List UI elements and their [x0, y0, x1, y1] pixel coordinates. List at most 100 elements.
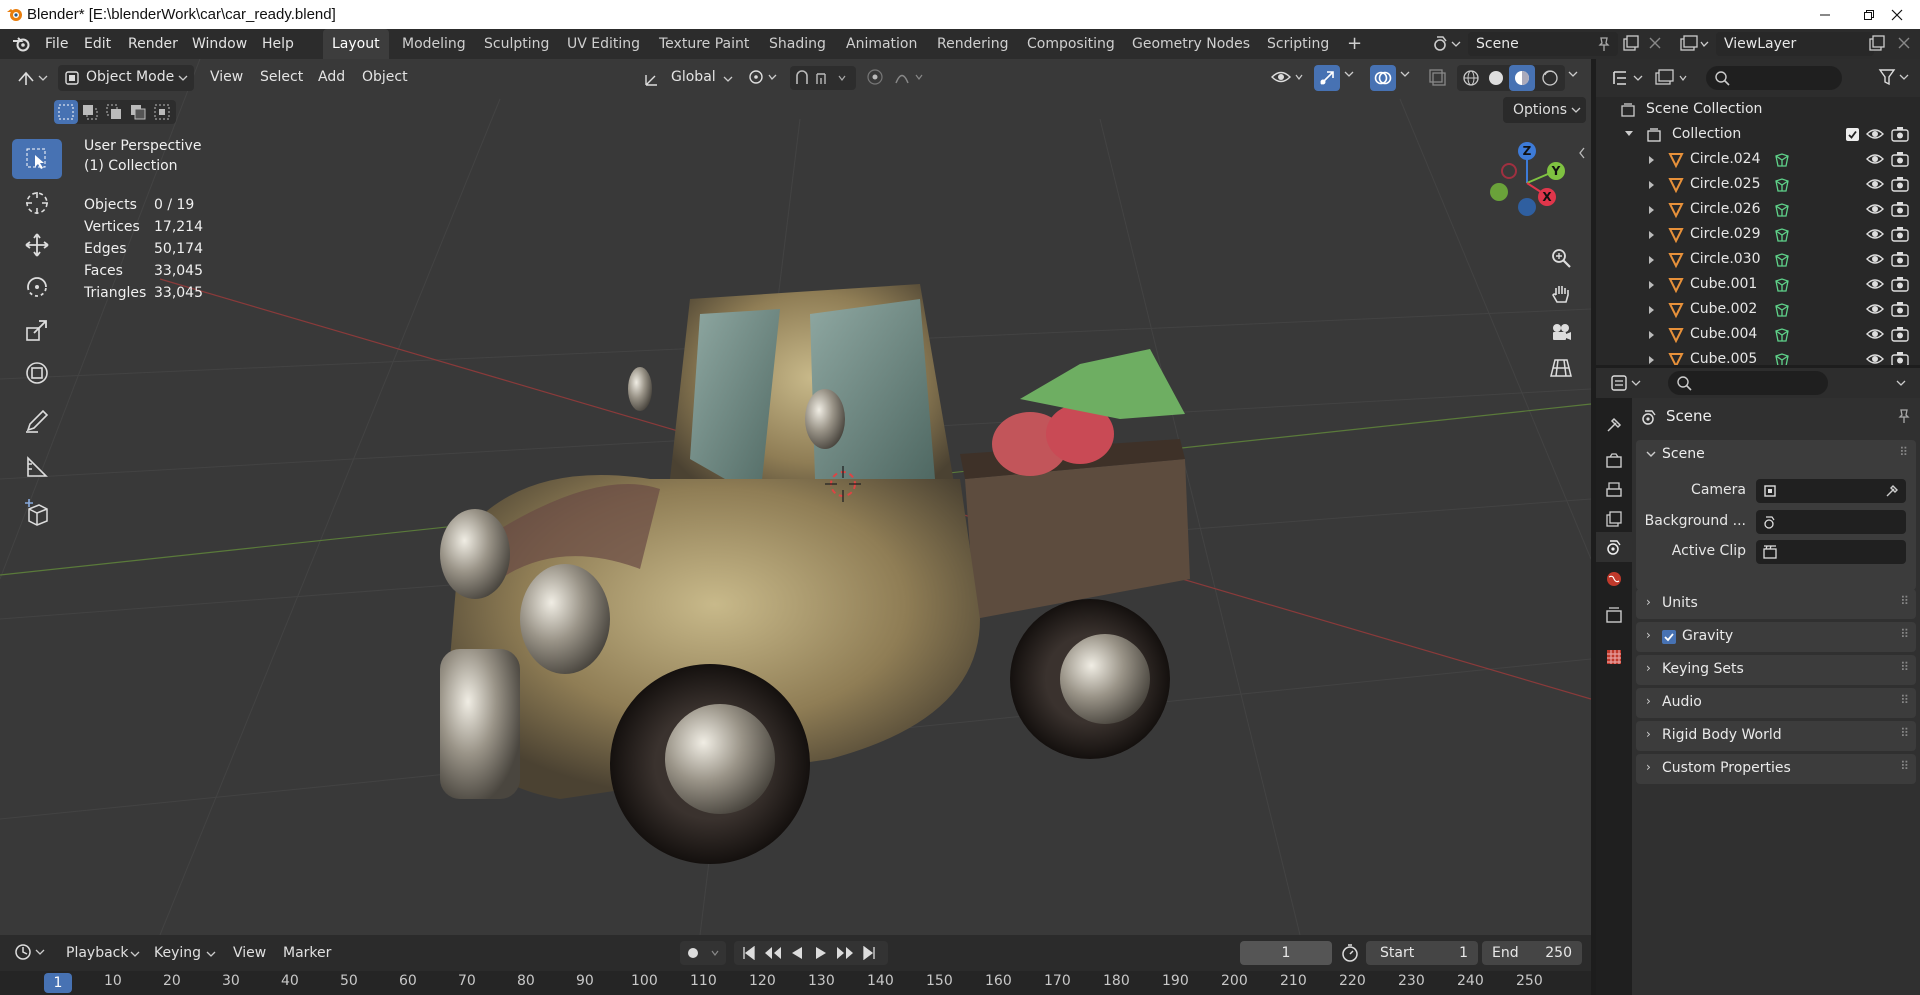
custom-properties-panel[interactable]: › Custom Properties ⠿	[1636, 754, 1916, 784]
background-scene-field[interactable]	[1756, 510, 1906, 534]
navigation-gizmo[interactable]: Z Y X	[1475, 139, 1575, 239]
prev-keyframe-icon[interactable]	[764, 946, 782, 960]
drag-grip-icon[interactable]: ⠿	[1900, 627, 1909, 641]
new-view-layer-icon[interactable]	[1868, 35, 1886, 53]
drag-grip-icon[interactable]: ⠿	[1900, 759, 1909, 773]
transform-orientation-dropdown[interactable]: Global	[643, 66, 735, 90]
mesh-data-icon[interactable]	[1774, 327, 1790, 343]
drag-grip-icon[interactable]: ⠿	[1900, 594, 1909, 608]
overlays-toggle[interactable]	[1370, 65, 1396, 91]
annotate-tool[interactable]	[12, 401, 62, 441]
tab-compositing[interactable]: Compositing	[1018, 29, 1124, 59]
eye-icon[interactable]	[1866, 276, 1884, 292]
camera-render-icon[interactable]	[1891, 326, 1909, 342]
eye-icon[interactable]	[1866, 351, 1884, 365]
properties-options-chevron-icon[interactable]	[1896, 380, 1906, 388]
tab-sculpting[interactable]: Sculpting	[475, 29, 558, 59]
drag-grip-icon[interactable]: ⠿	[1900, 693, 1909, 707]
tab-output-icon[interactable]	[1600, 474, 1628, 504]
expand-arrow-icon[interactable]	[1648, 305, 1656, 315]
tab-layout[interactable]: Layout	[323, 29, 389, 59]
active-clip-field[interactable]	[1756, 540, 1906, 564]
delete-view-layer-icon[interactable]	[1897, 36, 1911, 50]
3d-viewport[interactable]: Object Mode View Select Add Object Globa…	[0, 59, 1591, 935]
outliner-object-row[interactable]: Circle.026	[1596, 197, 1920, 222]
tab-render-icon[interactable]	[1600, 446, 1628, 476]
rendered-shading-icon[interactable]	[1541, 69, 1559, 87]
jump-start-icon[interactable]	[742, 946, 756, 960]
camera-render-icon[interactable]	[1891, 201, 1909, 217]
display-mode-icon[interactable]	[1654, 68, 1690, 88]
tab-scene-icon[interactable]	[1596, 532, 1632, 562]
gravity-panel[interactable]: › Gravity ⠿	[1636, 622, 1916, 652]
jump-end-icon[interactable]	[862, 946, 876, 960]
tab-view-layer-icon[interactable]	[1600, 504, 1628, 534]
shading-dropdown-icon[interactable]	[1568, 71, 1578, 79]
solid-shading-icon[interactable]	[1487, 69, 1505, 87]
camera-render-icon[interactable]	[1891, 301, 1909, 317]
audio-panel[interactable]: › Audio ⠿	[1636, 688, 1916, 718]
menu-help[interactable]: Help	[262, 36, 294, 52]
wireframe-shading-icon[interactable]	[1462, 69, 1480, 87]
outliner-search-input[interactable]	[1706, 66, 1842, 90]
camera-render-icon[interactable]	[1891, 276, 1909, 292]
outliner-object-row[interactable]: Circle.029	[1596, 222, 1920, 247]
visibility-selector-icon[interactable]	[1270, 67, 1306, 87]
expand-arrow-icon[interactable]	[1648, 255, 1656, 265]
start-frame-field[interactable]: Start 1	[1366, 941, 1478, 965]
minimize-button[interactable]	[1802, 0, 1848, 29]
perspective-toggle-icon[interactable]	[1546, 353, 1576, 383]
tab-world-icon[interactable]	[1600, 564, 1628, 594]
select-box-tool[interactable]	[12, 139, 62, 179]
end-frame-field[interactable]: End 250	[1482, 941, 1582, 965]
add-workspace-button[interactable]: +	[1338, 29, 1371, 59]
current-frame-field[interactable]: 1	[1240, 941, 1332, 965]
expand-arrow-icon[interactable]	[1648, 330, 1656, 340]
menu-playback[interactable]: Playback	[66, 945, 128, 961]
outliner-scene-collection[interactable]: Scene Collection	[1596, 97, 1920, 122]
eye-icon[interactable]	[1866, 176, 1884, 192]
select-box-set-icon[interactable]	[54, 100, 78, 124]
select-box-extend-icon[interactable]	[82, 104, 98, 120]
outliner-object-row[interactable]: Cube.001	[1596, 272, 1920, 297]
eye-icon[interactable]	[1866, 301, 1884, 317]
playhead-frame[interactable]: 1	[44, 973, 72, 993]
select-box-invert-icon[interactable]	[130, 104, 146, 120]
drag-grip-icon[interactable]: ⠿	[1899, 445, 1908, 459]
editor-type-icon[interactable]	[17, 69, 51, 87]
transform-tool[interactable]	[12, 353, 62, 393]
material-preview-shading-icon[interactable]	[1509, 65, 1535, 91]
tab-modeling[interactable]: Modeling	[393, 29, 475, 59]
mesh-data-icon[interactable]	[1774, 202, 1790, 218]
rotate-tool[interactable]	[12, 267, 62, 307]
sidebar-toggle-icon[interactable]	[1578, 147, 1586, 159]
measure-tool[interactable]	[12, 447, 62, 487]
drag-grip-icon[interactable]: ⠿	[1900, 726, 1909, 740]
outliner-editor-type-icon[interactable]	[1612, 69, 1646, 87]
new-scene-icon[interactable]	[1622, 35, 1640, 53]
view-layer-name-field[interactable]: ViewLayer	[1716, 32, 1874, 56]
delete-scene-icon[interactable]	[1648, 36, 1662, 50]
gizmo-y-axis[interactable]: Y	[1547, 162, 1565, 180]
menu-keying[interactable]: Keying	[154, 945, 201, 961]
expand-arrow-icon[interactable]	[1648, 155, 1656, 165]
menu-window[interactable]: Window	[192, 36, 247, 52]
units-panel[interactable]: › Units ⠿	[1636, 589, 1916, 619]
scene-browse-icon[interactable]	[1432, 35, 1462, 53]
menu-select[interactable]: Select	[260, 69, 303, 85]
filter-icon[interactable]	[1878, 68, 1912, 86]
zoom-icon[interactable]	[1546, 243, 1576, 273]
tab-geometry-nodes[interactable]: Geometry Nodes	[1123, 29, 1259, 59]
view-layer-browse-icon[interactable]	[1680, 35, 1710, 53]
expand-arrow-icon[interactable]	[1648, 280, 1656, 290]
menu-view[interactable]: View	[210, 69, 243, 85]
pivot-point-icon[interactable]	[748, 68, 778, 86]
collapse-icon[interactable]	[1624, 130, 1634, 138]
menu-timeline-view[interactable]: View	[233, 945, 266, 961]
menu-edit[interactable]: Edit	[84, 36, 111, 52]
overlays-dropdown-icon[interactable]	[1400, 71, 1410, 79]
camera-render-icon[interactable]	[1891, 251, 1909, 267]
camera-render-icon[interactable]	[1891, 176, 1909, 192]
frame-ruler[interactable]: 1 10 20 30 40 50 60 70 80 90 100 110 120…	[0, 971, 1591, 995]
eye-icon[interactable]	[1866, 126, 1884, 142]
